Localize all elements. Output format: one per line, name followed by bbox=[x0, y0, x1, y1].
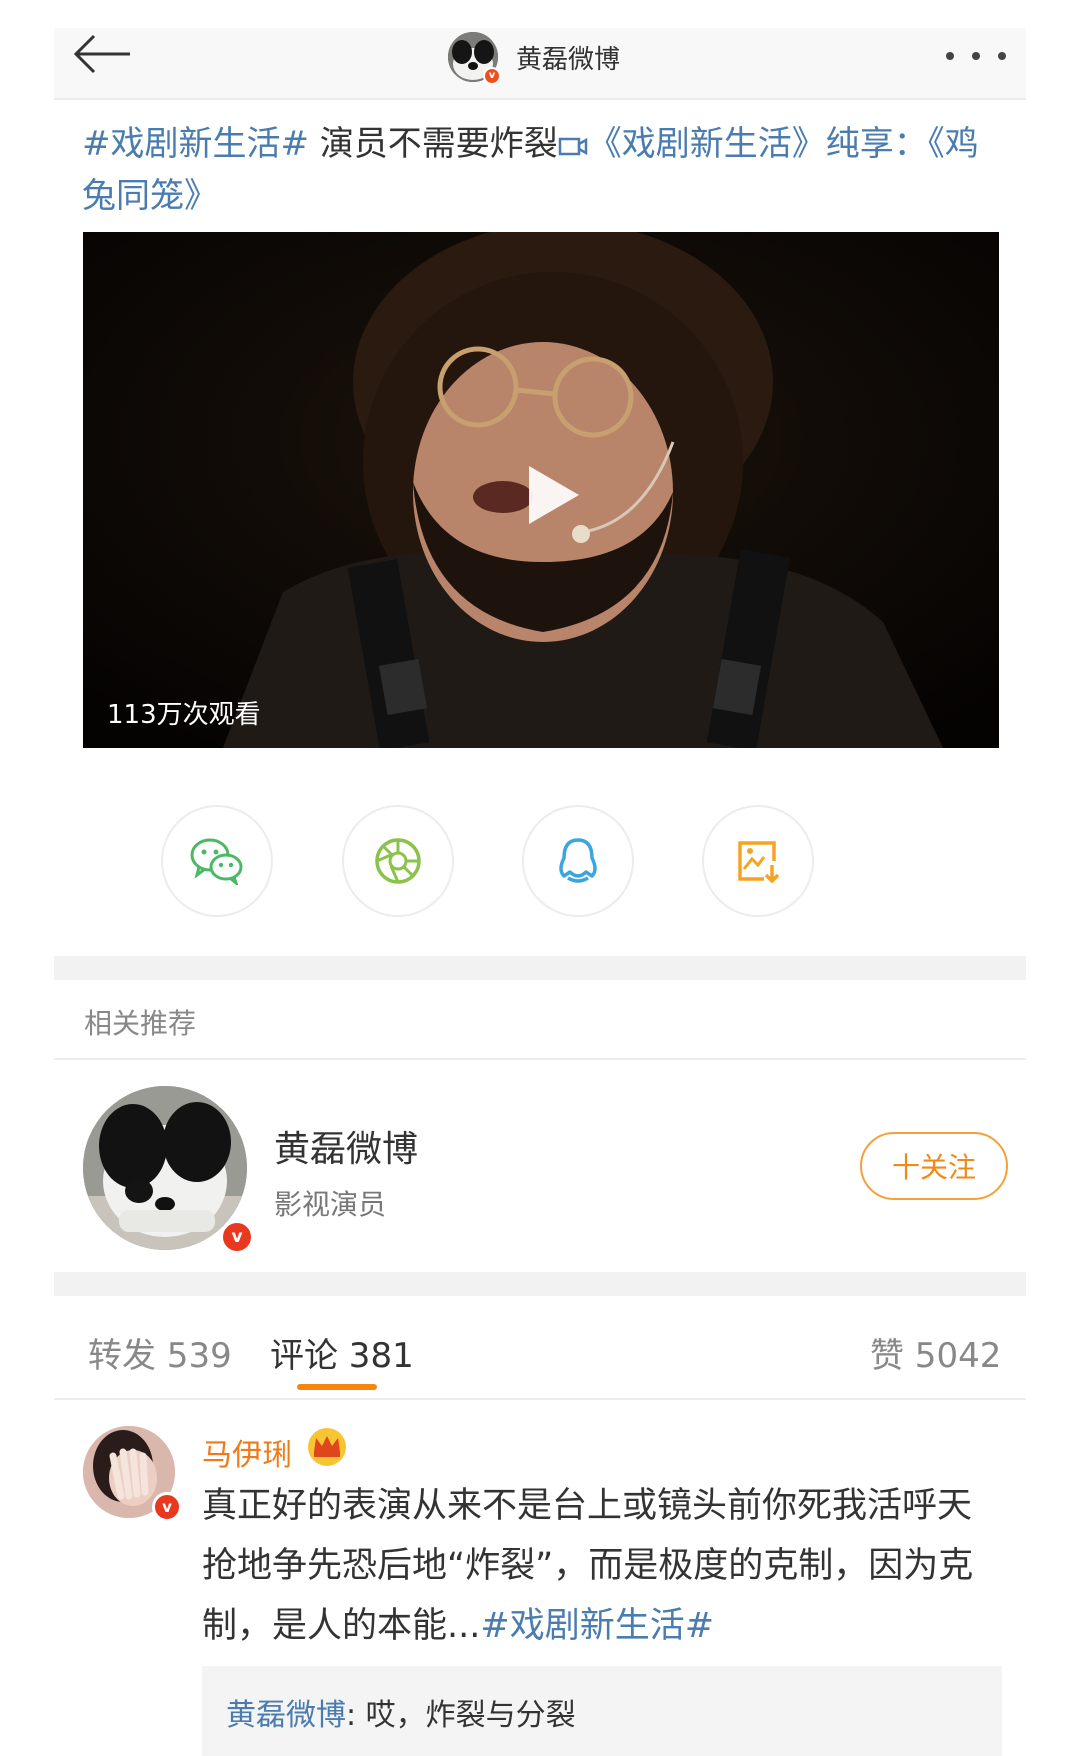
verified-badge-icon: v bbox=[483, 67, 501, 85]
recommend-name[interactable]: 黄磊微博 bbox=[274, 1120, 418, 1172]
play-button[interactable] bbox=[515, 460, 585, 530]
play-icon bbox=[529, 466, 579, 524]
dot-icon bbox=[998, 52, 1006, 60]
post-hashtag[interactable]: #戏剧新生活# bbox=[82, 124, 309, 164]
qq-icon bbox=[559, 838, 597, 883]
section-gap bbox=[54, 1272, 1026, 1296]
weibo-post-screen: v 黄磊微博 #戏剧新生活# 演员不需要炸裂 《戏剧新生活》纯享：《鸡兔同笼》 bbox=[54, 0, 1026, 1756]
reply-line: 黄磊微博: 哎，炸裂与分裂 bbox=[226, 1690, 576, 1734]
reply-author[interactable]: 黄磊微博 bbox=[226, 1698, 346, 1733]
video-view-count: 113万次观看 bbox=[107, 700, 261, 730]
tab-comments[interactable]: 评论 381 bbox=[270, 1328, 414, 1377]
avatar[interactable]: v bbox=[448, 32, 501, 85]
post-text: #戏剧新生活# 演员不需要炸裂 《戏剧新生活》纯享：《鸡兔同笼》 bbox=[82, 118, 1002, 222]
divider bbox=[54, 1398, 1026, 1400]
top-bar: v 黄磊微博 bbox=[54, 28, 1026, 100]
comment-reply-box[interactable]: 黄磊微博: 哎，炸裂与分裂 bbox=[202, 1666, 1002, 1756]
section-title: 相关推荐 bbox=[84, 1007, 197, 1040]
wechat-icon bbox=[190, 838, 243, 885]
video-player[interactable]: 113万次观看 bbox=[83, 232, 999, 748]
share-moments-button[interactable] bbox=[342, 805, 454, 917]
tab-likes[interactable]: 赞 5042 bbox=[870, 1328, 1001, 1377]
reply-body: : 哎，炸裂与分裂 bbox=[346, 1698, 576, 1733]
back-arrow-icon bbox=[73, 34, 130, 74]
tab-reposts[interactable]: 转发 539 bbox=[88, 1328, 232, 1377]
header-title: 黄磊微博 bbox=[516, 44, 621, 75]
divider bbox=[54, 1058, 1026, 1060]
verified-badge-icon: v bbox=[152, 1492, 182, 1522]
comment-author[interactable]: 马伊琍 bbox=[202, 1430, 292, 1474]
dot-icon bbox=[946, 52, 954, 60]
back-button[interactable] bbox=[72, 34, 136, 84]
verified-badge-icon: v bbox=[220, 1220, 254, 1254]
recommend-subtitle: 影视演员 bbox=[274, 1188, 387, 1221]
more-options-button[interactable] bbox=[946, 44, 1006, 68]
share-bar bbox=[54, 805, 1026, 917]
share-qq-button[interactable] bbox=[522, 805, 634, 917]
dot-icon bbox=[972, 52, 980, 60]
follow-button[interactable]: 十关注 bbox=[860, 1132, 1008, 1200]
save-image-icon bbox=[738, 841, 780, 884]
post-body: 演员不需要炸裂 bbox=[308, 124, 558, 164]
recommend-avatar[interactable] bbox=[83, 1086, 247, 1250]
comment-text: 真正好的表演从来不是台上或镜头前你死我活呼天抢地争先恐后地“炸裂”，而是极度的克… bbox=[202, 1476, 992, 1656]
share-wechat-button[interactable] bbox=[161, 805, 273, 917]
video-link-icon bbox=[558, 137, 588, 156]
header-user[interactable]: v 黄磊微博 bbox=[448, 30, 621, 85]
save-image-button[interactable] bbox=[702, 805, 814, 917]
active-tab-indicator bbox=[297, 1384, 377, 1390]
moments-icon bbox=[375, 838, 421, 884]
comment-hashtag[interactable]: #戏剧新生活# bbox=[480, 1606, 714, 1646]
section-gap bbox=[54, 956, 1026, 980]
crown-icon bbox=[308, 1428, 346, 1466]
dog-photo bbox=[83, 1086, 247, 1250]
